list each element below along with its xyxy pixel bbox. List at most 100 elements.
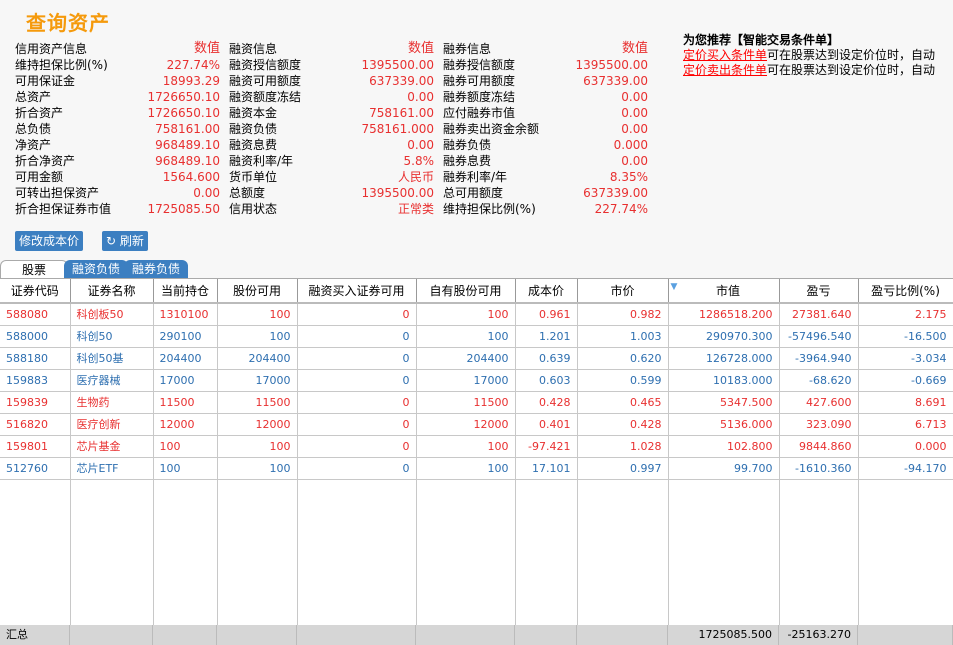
table-cell: 100 — [416, 457, 516, 480]
tab-margin-debt[interactable]: 融资负债 — [64, 260, 129, 278]
table-cell: 102.800 — [668, 435, 780, 458]
table-cell: 11500 — [416, 391, 516, 414]
table-cell: 0.997 — [577, 457, 669, 480]
info-value: 968489.10 — [155, 154, 220, 168]
info-value: 0.00 — [621, 90, 648, 104]
table-cell: 427.600 — [779, 391, 859, 414]
info-value: 0.00 — [407, 90, 434, 104]
info-label: 信用资产信息 — [15, 42, 88, 56]
table-row[interactable]: 512760 芯片ETF 100 100 0 100 17.101 0.997 99.700 -1… — [0, 457, 953, 480]
column-header[interactable]: 成本价 — [515, 279, 578, 304]
table-cell: -0.669 — [858, 369, 953, 392]
info-label: 应付融券市值 — [443, 106, 516, 120]
column-header[interactable]: 盈亏 — [779, 279, 859, 304]
table-cell: -57496.540 — [779, 325, 859, 348]
table-row[interactable]: 588080 科创板50 1310100 100 0 100 0.961 0.982 12865… — [0, 303, 953, 326]
table-cell: 0 — [297, 303, 417, 326]
info-label: 融资授信额度 — [229, 58, 302, 72]
table-cell: 323.090 — [779, 413, 859, 436]
column-header[interactable]: 当前持仓 — [153, 279, 218, 304]
info-value: 1726650.10 — [147, 90, 220, 104]
info-value: 758161.00 — [369, 106, 434, 120]
table-cell: 1.201 — [515, 325, 578, 348]
table-cell: 科创50基 — [70, 347, 154, 370]
info-value: 227.74% — [166, 58, 220, 72]
table-cell: 0.639 — [515, 347, 578, 370]
tab-bar: 股票 融资负债 融券负债 — [0, 260, 189, 279]
column-header[interactable]: 盈亏比例(%) — [858, 279, 953, 304]
info-value: 1726650.10 — [147, 106, 220, 120]
column-header-label: 盈亏 — [806, 284, 831, 298]
fixed-buy-order-link[interactable]: 定价买入条件单 — [683, 48, 767, 62]
table-cell: 0.000 — [858, 435, 953, 458]
table-cell: 99.700 — [668, 457, 780, 480]
table-row[interactable]: 159839 生物药 11500 11500 0 11500 0.428 0.465 5347.… — [0, 391, 953, 414]
column-header[interactable]: 市价 — [577, 279, 669, 304]
info-row: 折合净资产 968489.10 融资利率/年 5.8% 融券息费 0.00 — [15, 153, 657, 169]
credit-info-panel: 信用资产信息 数值 融资信息 数值 融券信息 数值 维持担保比例(%) 227.74% 融资授信… — [15, 41, 657, 217]
tab-short-debt[interactable]: 融券负债 — [124, 260, 189, 278]
table-cell: 588080 — [0, 303, 71, 326]
info-label: 净资产 — [15, 138, 52, 152]
info-value: 0.00 — [621, 154, 648, 168]
info-label: 总资产 — [15, 90, 52, 104]
table-row[interactable]: 588180 科创50基 204400 204400 0 204400 0.639 0.620… — [0, 347, 953, 370]
table-cell: 芯片基金 — [70, 435, 154, 458]
table-cell: 0.620 — [577, 347, 669, 370]
table-cell: 0.465 — [577, 391, 669, 414]
summary-profit: -25163.270 — [779, 625, 858, 645]
table-cell: 100 — [153, 457, 218, 480]
modify-cost-button[interactable]: 修改成本价 — [15, 231, 84, 251]
table-cell: 126728.000 — [668, 347, 780, 370]
info-label: 融券负债 — [443, 138, 492, 152]
column-header[interactable]: ▼ 市值 — [668, 279, 780, 304]
info-row: 折合担保证券市值 1725085.50 信用状态 正常类 维持担保比例(%) 227.74… — [15, 201, 657, 217]
info-label: 总可用额度 — [443, 186, 504, 200]
table-row[interactable]: 159801 芯片基金 100 100 0 100 -97.421 1.028 102.800 9… — [0, 435, 953, 458]
table-cell: -94.170 — [858, 457, 953, 480]
table-cell: 588180 — [0, 347, 71, 370]
table-cell: 2.175 — [858, 303, 953, 326]
column-header[interactable]: 证券代码 — [0, 279, 71, 304]
info-value: 1395500.00 — [575, 58, 648, 72]
table-row[interactable]: 588000 科创50 290100 100 0 100 1.201 1.003 290970.… — [0, 325, 953, 348]
info-label: 可用金额 — [15, 170, 64, 184]
info-value: 数值 — [193, 41, 220, 56]
table-cell: 医疗器械 — [70, 369, 154, 392]
info-row: 净资产 968489.10 融资息费 0.00 融券负债 0.000 — [15, 137, 657, 153]
fixed-sell-order-link[interactable]: 定价卖出条件单 — [683, 63, 767, 77]
column-header-label: 证券代码 — [10, 284, 59, 298]
refresh-button[interactable]: ↻ 刷新 — [102, 231, 148, 251]
table-cell: 100 — [217, 303, 298, 326]
info-row: 信用资产信息 数值 融资信息 数值 融券信息 数值 — [15, 41, 657, 57]
info-value: 1564.600 — [162, 170, 220, 184]
table-cell: 100 — [217, 325, 298, 348]
tab-stocks[interactable]: 股票 — [0, 260, 68, 278]
info-value: 0.000 — [613, 138, 648, 152]
table-row[interactable]: 516820 医疗创新 12000 12000 0 12000 0.401 0.428 5136… — [0, 413, 953, 436]
table-row[interactable]: 159883 医疗器械 17000 17000 0 17000 0.603 0.599 1018… — [0, 369, 953, 392]
column-header[interactable]: 融资买入证券可用 — [297, 279, 417, 304]
table-cell: -3.034 — [858, 347, 953, 370]
table-cell: 512760 — [0, 457, 71, 480]
info-row: 维持担保比例(%) 227.74% 融资授信额度 1395500.00 融券授信额度 13… — [15, 57, 657, 73]
info-label: 融券可用额度 — [443, 74, 516, 88]
table-cell: 科创板50 — [70, 303, 154, 326]
info-label: 总额度 — [229, 186, 266, 200]
info-value: 数值 — [407, 41, 434, 56]
column-header-label: 融资买入证券可用 — [308, 284, 405, 298]
table-cell: 生物药 — [70, 391, 154, 414]
column-header[interactable]: 自有股份可用 — [416, 279, 516, 304]
column-header[interactable]: 股份可用 — [217, 279, 298, 304]
table-cell: 5136.000 — [668, 413, 780, 436]
column-header-label: 当前持仓 — [160, 284, 209, 298]
column-header[interactable]: 证券名称 — [70, 279, 154, 304]
info-value: 637339.00 — [369, 74, 434, 88]
info-label: 折合净资产 — [15, 154, 76, 168]
table-cell: -16.500 — [858, 325, 953, 348]
column-header-label: 证券名称 — [87, 284, 136, 298]
info-label: 货币单位 — [229, 170, 278, 184]
table-cell: 0 — [297, 413, 417, 436]
table-cell: 516820 — [0, 413, 71, 436]
table-cell: 204400 — [217, 347, 298, 370]
